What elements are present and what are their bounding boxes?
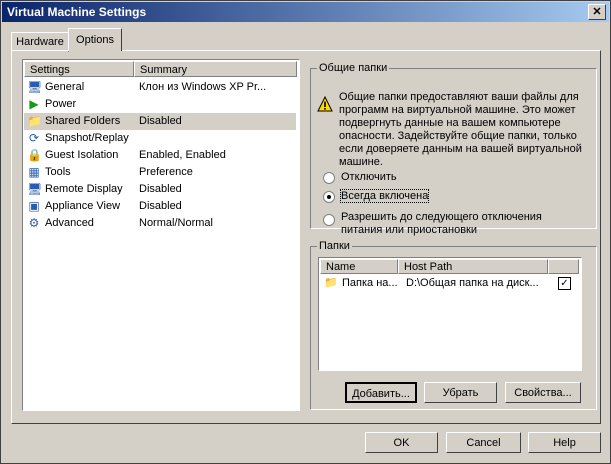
tab-options[interactable]: Options: [68, 28, 122, 51]
radio-button[interactable]: [323, 172, 335, 184]
settings-row-summary: Preference: [139, 166, 193, 178]
warning-text: Общие папки предоставляют ваши файлы для…: [339, 91, 582, 168]
column-header-name[interactable]: Name: [320, 259, 398, 274]
table-row[interactable]: 📁 Папка на... D:\Общая папка на диск... …: [320, 275, 578, 292]
radio-label: Отключить: [341, 171, 397, 183]
warning-icon: [317, 96, 333, 112]
ok-button[interactable]: OK: [365, 432, 438, 453]
appliance-icon: ▣: [28, 199, 40, 213]
radio-button[interactable]: [323, 191, 335, 203]
lock-icon: 🔒: [27, 148, 42, 162]
settings-row-label: Shared Folders: [45, 115, 121, 127]
folder-host-path: D:\Общая папка на диск...: [406, 277, 539, 289]
tab-hardware[interactable]: Hardware: [11, 32, 69, 52]
folder-enabled-checkbox[interactable]: ✓: [558, 277, 571, 290]
settings-row-tools[interactable]: ▦ Tools Preference: [24, 164, 296, 181]
advanced-icon: ⚙: [28, 216, 40, 230]
snapshot-icon: ⟳: [28, 131, 40, 145]
power-icon: ▶: [29, 97, 39, 111]
column-header-summary[interactable]: Summary: [134, 61, 297, 77]
settings-row-power[interactable]: ▶ Power: [24, 96, 296, 113]
shared-folders-legend: Общие папки: [319, 62, 388, 74]
settings-row-summary: Клон из Windows XP Pr...: [139, 81, 267, 93]
settings-row-label: Tools: [45, 166, 71, 178]
folders-table[interactable]: Name Host Path 📁 Папка на... D:\Общая па…: [318, 257, 582, 371]
shared-folders-group: Общие папки Общие папки предоставляют ва…: [310, 62, 597, 236]
settings-row-label: Advanced: [45, 217, 94, 229]
properties-button[interactable]: Свойства...: [505, 382, 581, 403]
settings-row-advanced[interactable]: ⚙ Advanced Normal/Normal: [24, 215, 296, 232]
settings-row-summary: Normal/Normal: [139, 217, 213, 229]
settings-row-label: Power: [45, 98, 77, 110]
settings-row-label: Appliance View: [45, 200, 121, 212]
settings-row-remote-display[interactable]: 🖥 Remote Display Disabled: [24, 181, 296, 198]
settings-row-label: General: [45, 81, 85, 93]
settings-row-label: Snapshot/Replay: [45, 132, 129, 144]
window-title: Virtual Machine Settings: [7, 5, 147, 19]
close-button[interactable]: ✕: [588, 4, 606, 20]
settings-row-appliance-view[interactable]: ▣ Appliance View Disabled: [24, 198, 296, 215]
remove-button[interactable]: Убрать: [424, 382, 497, 403]
settings-row-label: Guest Isolation: [45, 149, 119, 161]
cancel-button[interactable]: Cancel: [446, 432, 521, 453]
radio-button[interactable]: [323, 214, 335, 226]
settings-row-shared-folders[interactable]: 📁 Shared Folders Disabled: [24, 113, 296, 130]
radio-label: Разрешить до следующего отключения питан…: [341, 211, 542, 236]
general-icon: 🖥: [27, 80, 43, 94]
radio-label: Всегда включена: [339, 189, 430, 203]
tools-icon: ▦: [28, 165, 40, 179]
settings-row-summary: Enabled, Enabled: [139, 149, 226, 161]
settings-row-summary: Disabled: [139, 200, 182, 212]
column-header-enabled[interactable]: [548, 259, 579, 274]
settings-list[interactable]: Settings Summary 🖥 General Клон из Windo…: [22, 59, 300, 411]
column-header-settings[interactable]: Settings: [24, 61, 134, 77]
add-button[interactable]: Добавить...: [345, 382, 417, 403]
settings-row-label: Remote Display: [45, 183, 123, 195]
title-bar[interactable]: Virtual Machine Settings ✕: [2, 2, 609, 22]
settings-row-summary: Disabled: [139, 115, 182, 127]
folder-icon: 📁: [324, 277, 338, 289]
folder-icon: 📁: [27, 114, 42, 128]
folder-name: Папка на...: [342, 277, 398, 289]
settings-row-summary: Disabled: [139, 183, 182, 195]
settings-row-general[interactable]: 🖥 General Клон из Windows XP Pr...: [24, 79, 296, 96]
folders-legend: Папки: [319, 240, 350, 252]
display-icon: 🖥: [27, 182, 43, 196]
settings-row-guest-isolation[interactable]: 🔒 Guest Isolation Enabled, Enabled: [24, 147, 296, 164]
settings-row-snapshot[interactable]: ⟳ Snapshot/Replay: [24, 130, 296, 147]
help-button[interactable]: Help: [528, 432, 601, 453]
column-header-host-path[interactable]: Host Path: [398, 259, 548, 274]
